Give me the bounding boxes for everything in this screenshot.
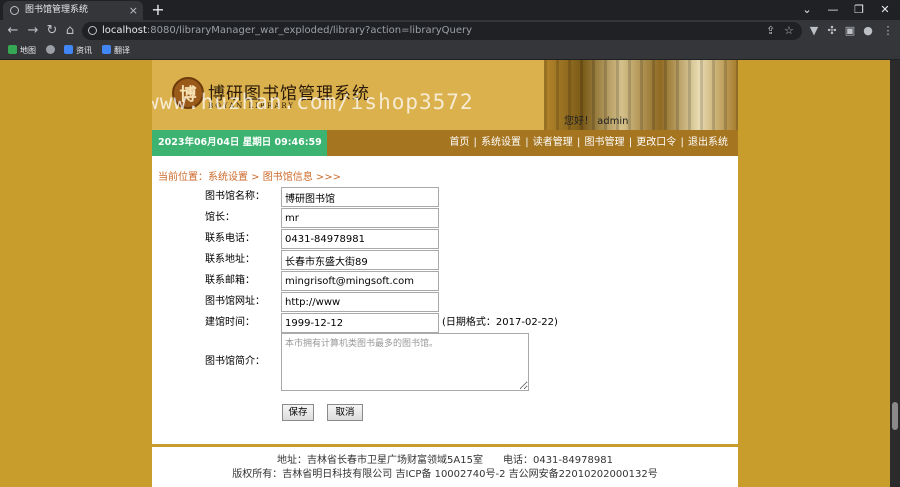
form-row-name: 图书馆名称： — [152, 186, 738, 207]
watermark: https://www.huzhan.com/ishop3572 — [152, 90, 474, 114]
website-label: 图书馆网址： — [205, 296, 265, 307]
maximize-button[interactable]: ❐ — [846, 0, 872, 19]
close-window-button[interactable]: ✕ — [872, 0, 898, 19]
email-input[interactable] — [281, 271, 439, 291]
tab-close-icon[interactable]: × — [129, 1, 138, 20]
menu-change-password[interactable]: 更改口令 — [636, 137, 676, 148]
curator-label: 馆长： — [205, 212, 235, 223]
puzzle-icon[interactable]: ✣ — [824, 20, 840, 42]
library-name-label: 图书馆名称： — [205, 191, 265, 202]
menu-logout[interactable]: 退出系统 — [688, 137, 728, 148]
main-menu: 首页 | 系统设置 | 读者管理 | 图书管理 | 更改口令 | 退出系统 — [449, 137, 728, 148]
extension-icon[interactable]: ▼ — [806, 20, 822, 42]
datetime-display: 2023年06月04日 星期日 09:46:59 — [152, 130, 327, 156]
globe-icon — [10, 6, 19, 15]
intro-label: 图书馆简介： — [205, 356, 265, 367]
home-icon[interactable]: ⌂ — [61, 20, 79, 42]
user-greeting: 您好！ admin — [564, 116, 629, 127]
website-input[interactable] — [281, 292, 439, 312]
nav-strip: 2023年06月04日 星期日 09:46:59 首页 | 系统设置 | 读者管… — [152, 130, 738, 156]
site-container: 博 博研图书馆管理系统 BOYAN LIBRARY 您好！ admin http… — [152, 60, 738, 487]
menu-icon[interactable]: ⋮ — [880, 20, 896, 42]
phone-label: 联系电话： — [205, 233, 255, 244]
forward-icon[interactable]: → — [24, 20, 42, 42]
library-name-input[interactable] — [281, 187, 439, 207]
menu-book-management[interactable]: 图书管理 — [585, 137, 625, 148]
url-host: localhost — [102, 25, 147, 36]
form-row-website: 图书馆网址： — [152, 291, 738, 312]
page-scrollbar[interactable] — [890, 60, 900, 487]
back-icon[interactable]: ← — [4, 20, 22, 42]
bookmark-news[interactable]: 资讯 — [64, 42, 92, 60]
curator-input[interactable] — [281, 208, 439, 228]
browser-tab-bar: 图书馆管理系统 × + ⌄ — ❐ ✕ — [0, 0, 900, 20]
intro-textarea[interactable]: 本市拥有计算机类图书最多的图书馆。 — [281, 333, 529, 391]
date-format-hint: (日期格式：2017-02-22) — [442, 317, 558, 328]
cancel-button[interactable]: 取消 — [327, 404, 363, 421]
phone-input[interactable] — [281, 229, 439, 249]
footer: 地址：吉林省长春市卫星广场财富领域5A15室 电话：0431-84978981 … — [152, 454, 738, 482]
bookmark-star-icon[interactable]: ☆ — [784, 22, 794, 40]
site-info-icon[interactable] — [88, 26, 97, 35]
menu-system-settings[interactable]: 系统设置 — [481, 137, 521, 148]
menu-home[interactable]: 首页 — [449, 137, 469, 148]
reload-icon[interactable]: ↻ — [43, 20, 61, 42]
bookmark-translate[interactable]: 翻译 — [102, 42, 130, 60]
browser-toolbar: ← → ↻ ⌂ localhost:8080/libraryManager_wa… — [0, 20, 900, 42]
address-input[interactable] — [281, 250, 439, 270]
tab-search-icon[interactable]: ⌄ — [794, 0, 820, 19]
form-row-phone: 联系电话： — [152, 228, 738, 249]
form-row-founded: 建馆时间： (日期格式：2017-02-22) — [152, 312, 738, 333]
form-row-address: 联系地址： — [152, 249, 738, 270]
breadcrumb: 当前位置：系统设置 > 图书馆信息 >>> — [158, 172, 342, 183]
translate-icon — [102, 45, 111, 54]
email-label: 联系邮箱： — [205, 275, 255, 286]
sidepanel-icon[interactable]: ▣ — [842, 20, 858, 42]
form-row-curator: 馆长： — [152, 207, 738, 228]
bookmark-globe[interactable] — [46, 42, 58, 60]
footer-divider — [152, 444, 738, 447]
header-banner: 博 博研图书馆管理系统 BOYAN LIBRARY 您好！ admin http… — [152, 60, 738, 130]
scrollbar-thumb[interactable] — [892, 402, 898, 430]
share-icon[interactable]: ⇪ — [766, 22, 775, 40]
menu-reader-management[interactable]: 读者管理 — [533, 137, 573, 148]
address-label: 联系地址： — [205, 254, 255, 265]
save-button[interactable]: 保存 — [282, 404, 314, 421]
form-row-email: 联系邮箱： — [152, 270, 738, 291]
browser-tab[interactable]: 图书馆管理系统 × — [3, 1, 143, 20]
new-tab-button[interactable]: + — [150, 0, 166, 19]
news-icon — [64, 45, 73, 54]
map-icon — [8, 45, 17, 54]
footer-address: 地址：吉林省长春市卫星广场财富领域5A15室 电话：0431-84978981 — [277, 455, 613, 466]
globe-icon — [46, 45, 55, 54]
founded-date-input[interactable] — [281, 313, 439, 333]
minimize-button[interactable]: — — [820, 0, 846, 19]
tab-title: 图书馆管理系统 — [25, 5, 89, 15]
bookmarks-bar: 地图 资讯 翻译 — [0, 42, 900, 60]
page-viewport: 博 博研图书馆管理系统 BOYAN LIBRARY 您好！ admin http… — [0, 60, 900, 487]
bookmark-map[interactable]: 地图 — [8, 42, 36, 60]
url-path: :8080/libraryManager_war_exploded/librar… — [146, 25, 473, 36]
profile-icon[interactable]: ● — [860, 20, 876, 42]
footer-copyright: 版权所有：吉林省明日科技有限公司 吉ICP备 10002740号-2 吉公网安备… — [232, 469, 658, 480]
address-bar[interactable]: localhost:8080/libraryManager_war_explod… — [82, 22, 802, 40]
founded-date-label: 建馆时间： — [205, 317, 255, 328]
